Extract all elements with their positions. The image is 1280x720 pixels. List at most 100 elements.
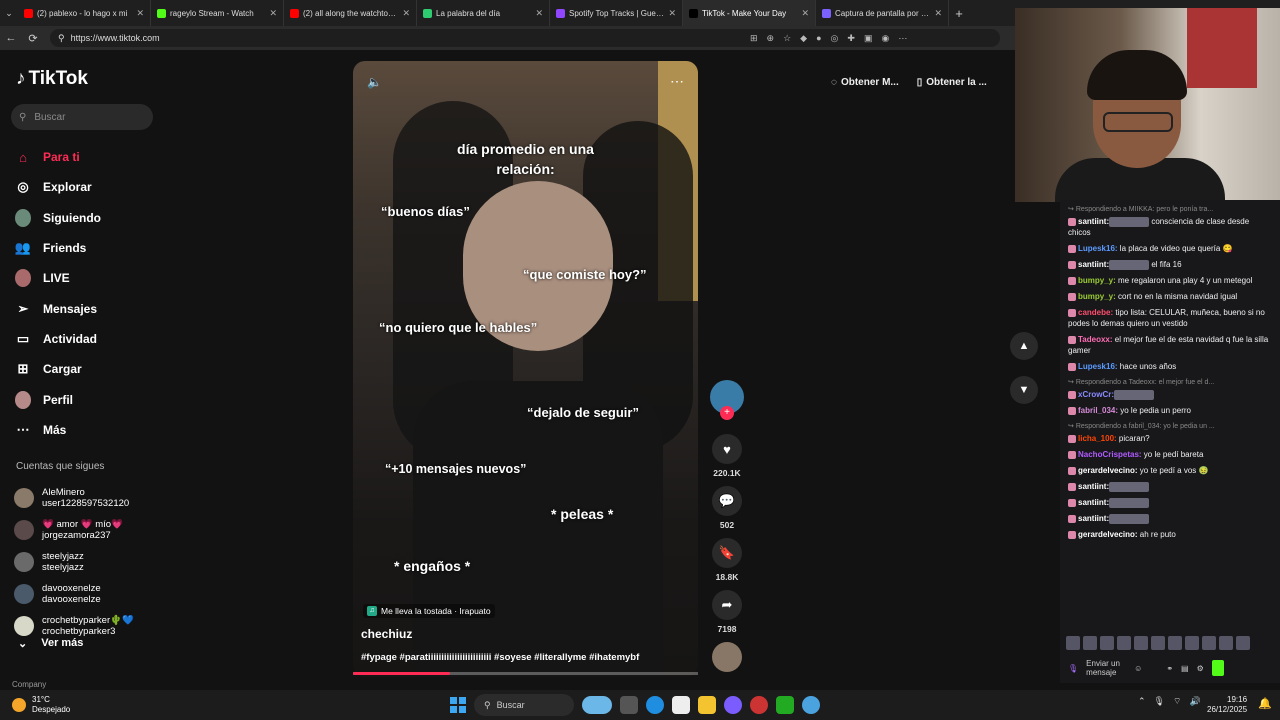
zoom-icon[interactable]: ⊕	[767, 33, 775, 44]
task-view-icon[interactable]	[620, 696, 638, 714]
sidebar-item-explorar[interactable]: ◎ Explorar	[15, 172, 195, 202]
browser-tab[interactable]: (2) pablexo - lo hago x mi ✕	[18, 0, 151, 26]
video-player[interactable]: 🔈 ⋯ día promedio en una relación: “bueno…	[353, 61, 698, 677]
close-icon[interactable]: ✕	[535, 8, 543, 19]
profile-icon[interactable]: ◉	[881, 33, 889, 44]
settings-icon[interactable]: ⚙	[1197, 664, 1204, 673]
browser-tab[interactable]: TikTok - Make Your Day ✕	[683, 0, 816, 26]
collections-icon[interactable]: ▣	[864, 33, 873, 44]
chat-username[interactable]: santiint:	[1078, 498, 1109, 507]
start-button[interactable]	[450, 697, 466, 713]
chat-username[interactable]: santiint:	[1078, 514, 1109, 523]
close-icon[interactable]: ✕	[136, 8, 144, 19]
app-icon[interactable]	[750, 696, 768, 714]
share-button[interactable]: ➦	[712, 590, 742, 620]
sidebar-item-friends[interactable]: 👥 Friends	[15, 233, 195, 263]
widget-icon[interactable]	[582, 696, 612, 714]
following-account[interactable]: AleMinero user1228597532120	[14, 482, 194, 514]
close-icon[interactable]: ✕	[668, 8, 676, 19]
chat-username[interactable]: xCrowCr:	[1078, 390, 1114, 399]
discord-icon[interactable]	[724, 696, 742, 714]
sidebar-item-mensajes[interactable]: ➢ Mensajes	[15, 293, 195, 323]
app-icon[interactable]: ⊞	[750, 33, 758, 44]
get-app-button[interactable]: ▯ Obtener la ...	[911, 71, 993, 93]
emote-icon[interactable]	[1134, 636, 1148, 650]
store-icon[interactable]	[672, 696, 690, 714]
chat-username[interactable]: santiint:	[1078, 217, 1109, 226]
emote-icon[interactable]	[1202, 636, 1216, 650]
browser-tab[interactable]: (2) all along the watchtower ✕	[284, 0, 417, 26]
sidebar-item-cargar[interactable]: ⊞ Cargar	[15, 354, 195, 384]
puzzle-icon[interactable]: ✚	[847, 33, 855, 44]
chat-username[interactable]: NachoCrispetas:	[1078, 450, 1142, 459]
link-icon[interactable]: ⚭	[1166, 664, 1173, 673]
comment-button[interactable]: 💬	[712, 486, 742, 516]
music-tag[interactable]: ♫ Me lleva la tostada · Irapuato	[363, 604, 495, 618]
following-account[interactable]: 💗 amor 💗 mío💗 jorgezamora237	[14, 514, 194, 546]
reload-icon[interactable]: ⟳	[22, 32, 44, 45]
save-button[interactable]: 🔖	[712, 538, 742, 568]
sidebar-item-parati[interactable]: ⌂ Para ti	[15, 142, 195, 172]
emote-icon[interactable]	[1100, 636, 1114, 650]
following-account[interactable]: davooxenelze davooxenelze	[14, 578, 194, 610]
emote-icon[interactable]	[1219, 636, 1233, 650]
search-input[interactable]: ⚲ Buscar	[11, 104, 153, 130]
chat-username[interactable]: Lupesk16:	[1078, 362, 1118, 371]
site-info-icon[interactable]: ⚲	[58, 33, 65, 44]
get-coins-button[interactable]: ◌ Obtener M...	[825, 71, 905, 93]
close-icon[interactable]: ✕	[402, 8, 410, 19]
browser-tab[interactable]: rageylo Stream - Watch ✕	[151, 0, 284, 26]
video-author[interactable]: chechiuz	[361, 627, 412, 641]
app-icon[interactable]	[776, 696, 794, 714]
chat-username[interactable]: licha_100:	[1078, 434, 1117, 443]
chat-username[interactable]: santiint:	[1078, 482, 1109, 491]
chat-username[interactable]: gerardelvecino:	[1078, 466, 1138, 475]
chat-username[interactable]: Tadeoxx:	[1078, 335, 1113, 344]
send-button[interactable]	[1211, 660, 1224, 676]
follow-plus-icon[interactable]: +	[720, 406, 734, 420]
browser-tab[interactable]: Spotify Top Tracks | Guess w ✕	[550, 0, 683, 26]
video-hashtags[interactable]: #fypage #paratiiiiiiiiiiiiiiiiiiiiiiii #…	[361, 652, 639, 663]
chat-username[interactable]: fabril_034:	[1078, 406, 1118, 415]
sidebar-item-siguiendo[interactable]: Siguiendo	[15, 203, 195, 233]
emote-icon[interactable]	[1236, 636, 1250, 650]
see-more-button[interactable]: ⌄ Ver más	[18, 637, 83, 650]
extension-icon[interactable]: ●	[816, 33, 821, 44]
browser-tab[interactable]: Captura de pantalla por Lig ✕	[816, 0, 949, 26]
back-icon[interactable]: ←	[0, 32, 22, 44]
close-icon[interactable]: ✕	[934, 8, 942, 19]
taskbar-clock[interactable]: 19:16 26/12/2025	[1207, 695, 1247, 715]
notification-icon[interactable]: 🔔	[1258, 697, 1272, 710]
sidebar-item-ms[interactable]: ⋯ Más	[15, 415, 195, 445]
following-account[interactable]: steelyjazz steelyjazz	[14, 546, 194, 578]
chat-username[interactable]: Lupesk16:	[1078, 244, 1118, 253]
sidebar-item-perfil[interactable]: Perfil	[15, 384, 195, 414]
extension-icon[interactable]: ◆	[800, 33, 807, 44]
store-icon[interactable]: ▤	[1181, 664, 1189, 673]
chevron-up-icon[interactable]: ⌃	[1138, 696, 1146, 707]
tab-list-button[interactable]: ⌄	[0, 8, 18, 19]
emote-icon[interactable]	[1151, 636, 1165, 650]
wifi-icon[interactable]: ⌔	[1173, 696, 1181, 707]
chat-username[interactable]: santiint:	[1078, 260, 1109, 269]
video-progress-bar[interactable]	[353, 672, 698, 675]
like-button[interactable]: ♥	[712, 434, 742, 464]
app-icon[interactable]	[802, 696, 820, 714]
company-link[interactable]: Company	[12, 680, 46, 689]
emote-icon[interactable]	[1083, 636, 1097, 650]
mic-icon[interactable]: 🎙	[1154, 696, 1165, 707]
emote-icon[interactable]	[1168, 636, 1182, 650]
volume-icon[interactable]: 🔊	[1189, 696, 1200, 707]
chat-username[interactable]: gerardelvecino:	[1078, 530, 1138, 539]
menu-icon[interactable]: ⋯	[898, 33, 907, 44]
more-options-icon[interactable]: ⋯	[670, 73, 684, 90]
chat-username[interactable]: bumpy_y:	[1078, 292, 1116, 301]
weather-widget[interactable]: 31°C Despejado	[12, 695, 70, 715]
next-video-button[interactable]: ▼	[1010, 376, 1038, 404]
edge-icon[interactable]	[646, 696, 664, 714]
close-icon[interactable]: ✕	[801, 8, 809, 19]
emote-icon[interactable]	[1185, 636, 1199, 650]
extension-icon[interactable]: ◎	[831, 33, 839, 44]
emote-icon[interactable]	[1066, 636, 1080, 650]
volume-icon[interactable]: 🔈	[367, 75, 382, 89]
